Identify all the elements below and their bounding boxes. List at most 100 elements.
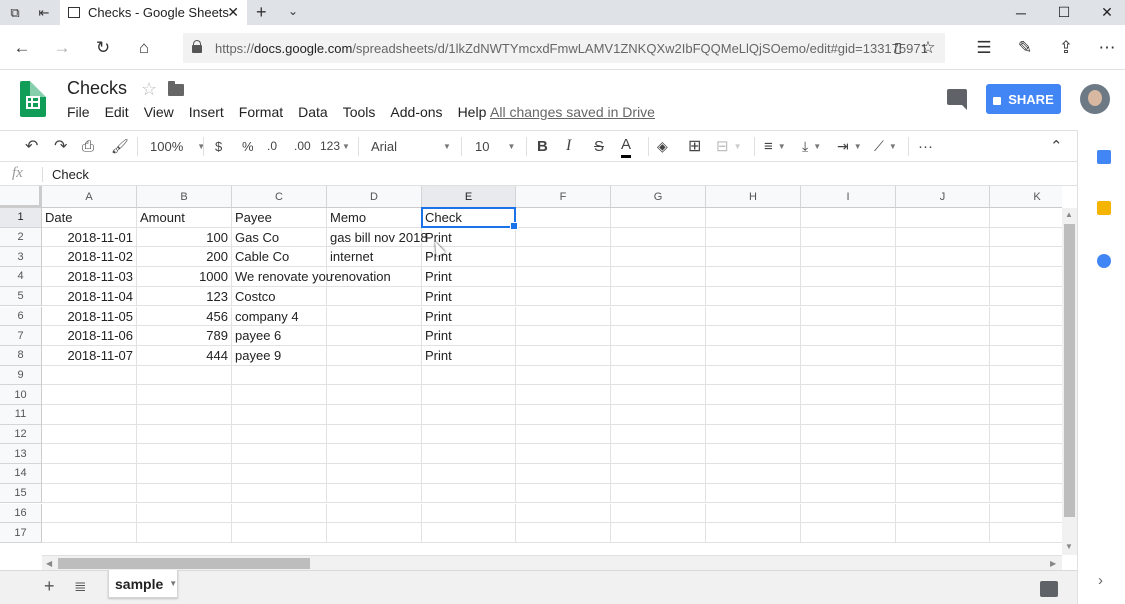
row-header-13[interactable]: 13 <box>0 444 42 465</box>
cell-j5[interactable] <box>896 286 990 307</box>
cell-d4[interactable]: renovation <box>327 267 422 287</box>
cell-i7[interactable] <box>801 326 896 346</box>
cell-f15[interactable] <box>516 483 611 504</box>
cell-j1[interactable] <box>896 208 990 228</box>
cell-a4[interactable]: 2018-11-03 <box>42 267 137 287</box>
cell-k1[interactable] <box>990 208 1062 228</box>
cell-k7[interactable] <box>990 326 1062 346</box>
cell-f7[interactable] <box>516 326 611 346</box>
keep-icon[interactable] <box>1097 201 1111 215</box>
cell-j6[interactable] <box>896 306 990 327</box>
cell-f13[interactable] <box>516 444 611 465</box>
cell-j13[interactable] <box>896 444 990 465</box>
cell-a2[interactable]: 2018-11-01 <box>42 227 137 248</box>
cell-e9[interactable] <box>422 365 516 386</box>
horizontal-scroll-thumb[interactable] <box>58 558 310 569</box>
align-left-icon[interactable]: ≡ ▼ <box>764 131 786 161</box>
tasks-icon[interactable] <box>1097 254 1111 268</box>
cell-k17[interactable] <box>990 523 1062 543</box>
cell-d11[interactable] <box>327 405 422 425</box>
cell-d14[interactable] <box>327 464 422 484</box>
column-header-a[interactable]: A <box>42 186 137 208</box>
cell-k8[interactable] <box>990 346 1062 366</box>
cell-k6[interactable] <box>990 307 1062 327</box>
row-header-2[interactable]: 2 <box>0 227 42 248</box>
cell-h9[interactable] <box>706 365 801 386</box>
row-header-8[interactable]: 8 <box>0 345 42 366</box>
cell-a6[interactable]: 2018-11-05 <box>42 306 137 327</box>
cell-e14[interactable] <box>422 464 516 484</box>
cell-f17[interactable] <box>516 523 611 543</box>
cell-g7[interactable] <box>611 326 706 346</box>
cell-i10[interactable] <box>801 385 896 405</box>
cell-c15[interactable] <box>232 483 327 504</box>
column-header-e[interactable]: E <box>422 186 516 208</box>
favorites-hub-icon[interactable]: ☰ <box>964 25 1004 70</box>
document-title[interactable]: Checks <box>67 78 127 99</box>
cell-i6[interactable] <box>801 306 896 327</box>
row-header-10[interactable]: 10 <box>0 385 42 405</box>
cell-c14[interactable] <box>232 464 327 484</box>
zoom-select[interactable]: 100% ▼ <box>150 131 205 161</box>
close-window-button[interactable]: ✕ <box>1085 0 1125 25</box>
cell-c2[interactable]: Gas Co <box>232 227 327 248</box>
cell-b10[interactable] <box>137 385 232 405</box>
column-header-f[interactable]: F <box>516 186 611 208</box>
print-icon[interactable]: ⎙ <box>82 131 94 161</box>
font-select[interactable]: Arial ▼ <box>371 131 451 161</box>
cell-f8[interactable] <box>516 345 611 366</box>
cell-g16[interactable] <box>611 503 706 524</box>
cell-g11[interactable] <box>611 405 706 425</box>
cell-e5[interactable]: Print <box>422 286 516 307</box>
cell-h5[interactable] <box>706 286 801 307</box>
forward-button[interactable]: → <box>42 25 82 70</box>
add-sheet-icon[interactable]: + <box>44 576 55 597</box>
calendar-icon[interactable] <box>1097 150 1111 164</box>
cell-h3[interactable] <box>706 247 801 268</box>
more-toolbar-icon[interactable]: ··· <box>918 131 933 161</box>
cell-f12[interactable] <box>516 424 611 445</box>
strikethrough-button[interactable]: S <box>594 131 604 161</box>
menu-view[interactable]: View <box>144 104 174 122</box>
cell-c13[interactable] <box>232 444 327 465</box>
cell-f1[interactable] <box>516 208 611 228</box>
cell-k14[interactable] <box>990 464 1062 484</box>
cell-h6[interactable] <box>706 306 801 327</box>
cell-a17[interactable] <box>42 523 137 543</box>
cell-f9[interactable] <box>516 365 611 386</box>
cell-i11[interactable] <box>801 405 896 425</box>
cell-e11[interactable] <box>422 405 516 425</box>
cell-i8[interactable] <box>801 345 896 366</box>
cell-h10[interactable] <box>706 385 801 405</box>
star-icon[interactable]: ☆ <box>141 79 157 100</box>
menu-tools[interactable]: Tools <box>343 104 376 122</box>
column-header-c[interactable]: C <box>232 186 327 208</box>
web-note-icon[interactable]: ✎ <box>1005 25 1045 70</box>
collapse-toolbar-icon[interactable]: ⌃ <box>1050 131 1063 161</box>
cell-c10[interactable] <box>232 385 327 405</box>
text-color-button[interactable]: A <box>621 134 632 158</box>
menu-insert[interactable]: Insert <box>189 104 224 122</box>
cell-g8[interactable] <box>611 345 706 366</box>
cell-c17[interactable] <box>232 523 327 543</box>
cell-j7[interactable] <box>896 326 990 346</box>
cell-a12[interactable] <box>42 424 137 445</box>
cell-f6[interactable] <box>516 306 611 327</box>
cell-c6[interactable]: company 4 <box>232 306 327 327</box>
cell-k12[interactable] <box>990 425 1062 445</box>
save-status-link[interactable]: All changes saved in Drive <box>490 104 655 120</box>
cell-j11[interactable] <box>896 405 990 425</box>
cell-g4[interactable] <box>611 267 706 287</box>
set-aside-tabs-icon[interactable]: ⇤ <box>33 0 55 25</box>
chevron-down-icon[interactable]: ⌄ <box>288 4 298 18</box>
cell-b1[interactable]: Amount <box>137 208 232 228</box>
percent-button[interactable]: % <box>242 131 254 161</box>
row-header-9[interactable]: 9 <box>0 365 42 386</box>
cell-j3[interactable] <box>896 247 990 268</box>
cell-d8[interactable] <box>327 345 422 366</box>
cell-d13[interactable] <box>327 444 422 465</box>
cell-b17[interactable] <box>137 523 232 543</box>
cell-h8[interactable] <box>706 345 801 366</box>
cell-g12[interactable] <box>611 424 706 445</box>
cell-f4[interactable] <box>516 267 611 287</box>
